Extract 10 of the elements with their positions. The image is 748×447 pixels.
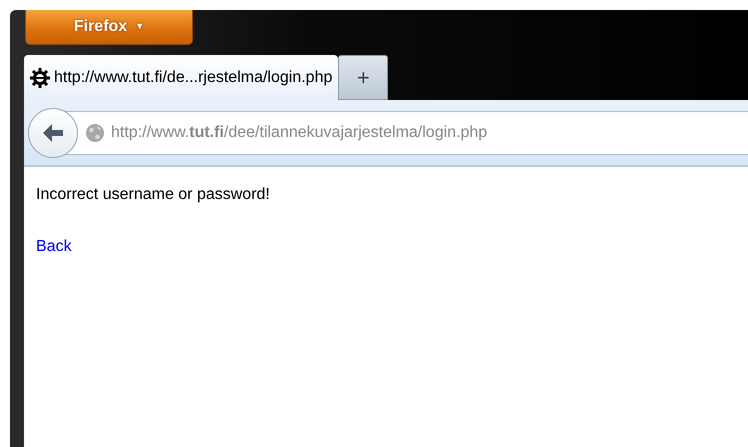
back-arrow-icon (42, 122, 64, 142)
address-bar[interactable]: http://www.tut.fi/dee/tilannekuvajarjestelma/login.php (64, 110, 748, 154)
globe-icon (85, 122, 105, 142)
back-button[interactable] (28, 108, 78, 158)
url-text: http://www.tut.fi/dee/tilannekuvajarjestelma/login.php (111, 122, 488, 142)
browser-tab[interactable]: http://www.tut.fi/de...rjestelma/login.php (24, 55, 338, 100)
back-link[interactable]: Back (36, 238, 72, 255)
error-message: Incorrect username or password! (36, 185, 271, 205)
gear-icon (30, 68, 50, 88)
new-tab-button[interactable]: + (338, 55, 388, 100)
